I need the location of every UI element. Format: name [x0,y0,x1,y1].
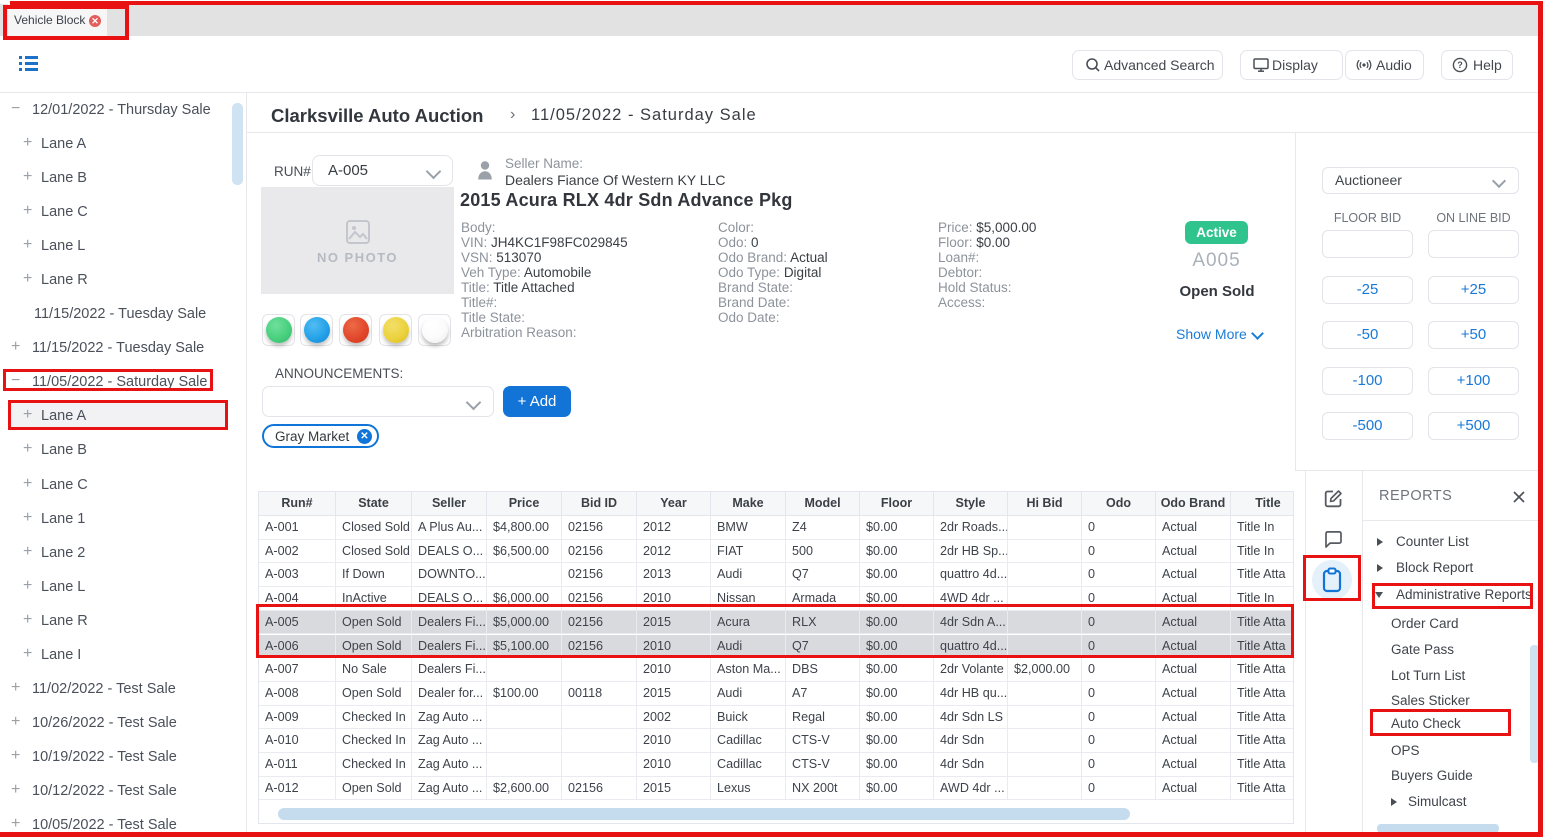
svg-text:?: ? [1457,60,1463,70]
